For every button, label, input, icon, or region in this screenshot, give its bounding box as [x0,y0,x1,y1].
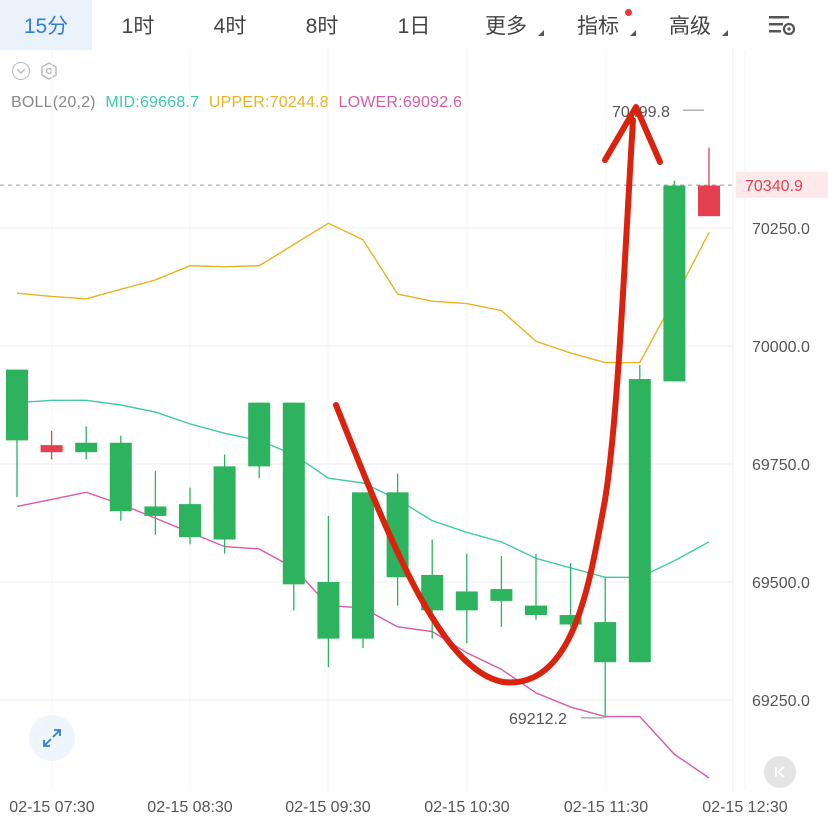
y-tick-label: 69750.0 [752,457,810,474]
candle-body [109,442,132,512]
y-tick-label: 70250.0 [752,221,810,238]
candle-body [525,605,547,616]
tab-label: 高级 [669,15,711,38]
candle-body [248,402,271,467]
tab-0[interactable]: 15分 [0,0,92,50]
annotation-arrow [333,117,636,686]
candle-body [40,445,63,453]
x-tick-label: 02-15 10:30 [424,799,510,816]
candle-body [663,185,686,382]
tab-7[interactable]: 高级 [644,0,736,50]
x-tick-label: 02-15 11:30 [564,799,648,816]
caret-icon [630,30,636,36]
x-tick-label: 02-15 08:30 [147,799,233,816]
expand-icon [43,729,61,747]
candle-body [6,369,28,441]
tab-label: 1时 [121,15,155,38]
candle-body [317,582,340,639]
tab-label: 指标 [577,15,619,38]
caret-icon [722,30,728,36]
tab-4[interactable]: 1日 [368,0,460,50]
caret-icon [538,30,544,36]
boll-upper-line [16,222,710,364]
y-tick-label: 70000.0 [752,339,810,356]
tab-label: 4时 [213,15,247,38]
candle-body [352,492,374,639]
x-tick-label: 02-15 07:30 [9,799,95,816]
tab-label: 8时 [305,15,339,38]
chart-menu-icon [769,16,796,36]
tab-label: 15分 [23,15,69,38]
tab-label: 更多 [485,15,527,38]
tab-3[interactable]: 8时 [276,0,368,50]
y-tick-label: 69500.0 [752,575,810,592]
candle-body [628,379,651,663]
candle-body [179,504,201,538]
x-tick-label: 02-15 12:30 [702,799,788,816]
y-tick-label: 69250.0 [752,693,810,710]
candle-body [490,589,513,601]
scroll-to-latest-button[interactable] [764,756,796,788]
min-price-label: 69212.2 [509,711,567,728]
timeframe-tab-bar: 15分 1时 4时 8时 1日 更多 指标 高级 [0,0,828,50]
candle-body [594,622,617,663]
tab-6[interactable]: 指标 [552,0,644,50]
candle-body [455,591,478,611]
notification-dot [625,9,632,16]
chart-settings-button[interactable] [764,8,800,42]
current-price-label: 70340.9 [745,178,803,195]
candle-body [75,442,98,453]
candlestick-chart: 70250.0 70000.0 69750.0 69500.0 69250.0 02-15… [0,50,828,816]
tab-2[interactable]: 4时 [184,0,276,50]
tab-1[interactable]: 1时 [92,0,184,50]
candle-body [213,466,236,540]
candle-body [282,402,305,585]
tab-label: 1日 [397,15,431,38]
tab-5[interactable]: 更多 [460,0,552,50]
fullscreen-button[interactable] [29,715,75,761]
candle-body [144,506,167,516]
candle-body [698,185,720,217]
x-tick-label: 02-15 09:30 [285,799,371,816]
back-icon [775,766,785,778]
